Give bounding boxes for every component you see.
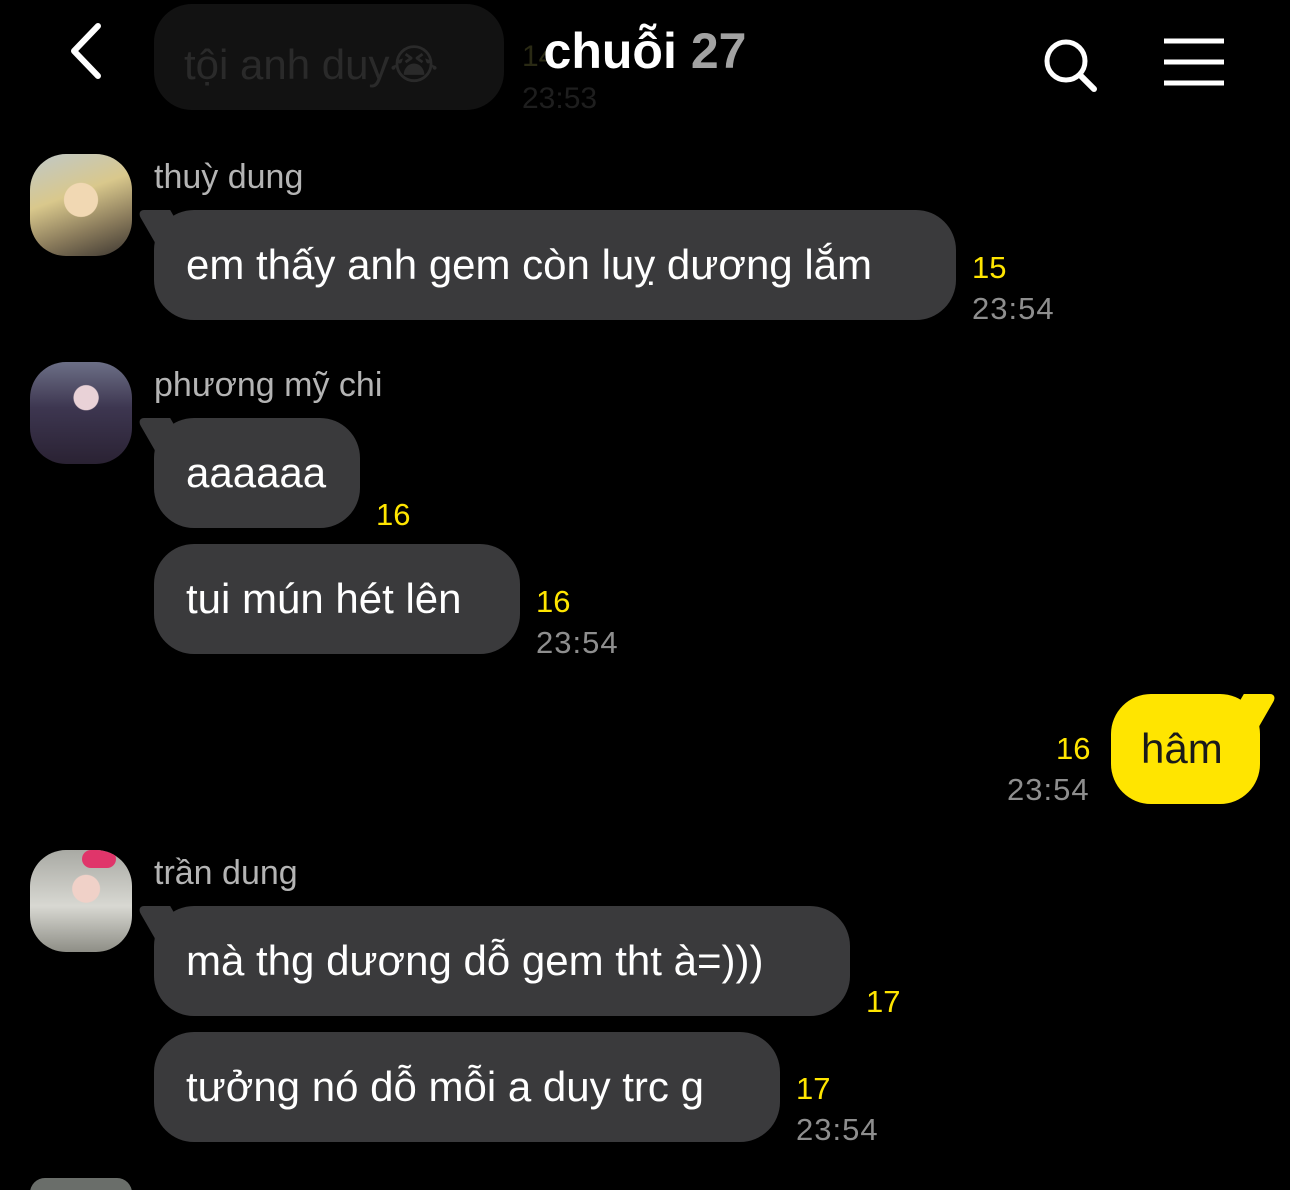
message-text: aaaaaa (186, 449, 327, 496)
message-time: 23:54 (972, 291, 1055, 326)
search-icon (1044, 39, 1097, 92)
message-text: tưởng nó dỗ mỗi a duy trc g (186, 1063, 704, 1110)
avatar[interactable] (30, 850, 132, 952)
message-bubble[interactable]: tưởng nó dỗ mỗi a duy trc g (154, 1032, 780, 1142)
avatar[interactable] (30, 154, 132, 256)
my-message-bubble[interactable]: hâm (1111, 694, 1260, 804)
chat-header: chuỗi 27 (0, 0, 1290, 110)
unread-count: 17 (796, 1071, 831, 1106)
message-time: 23:54 (1007, 772, 1090, 807)
search-button[interactable] (1038, 34, 1102, 94)
unread-count: 17 (866, 984, 901, 1019)
message-text: tui mún hét lên (186, 575, 462, 622)
unread-count: 16 (536, 584, 571, 619)
chat-room-name: chuỗi (543, 23, 677, 79)
message-time: 23:54 (796, 1112, 879, 1147)
avatar[interactable] (30, 362, 132, 464)
message-text: em thấy anh gem còn luỵ dương lắm (186, 241, 873, 288)
message-text: hâm (1141, 725, 1223, 772)
unread-count: 16 (1056, 731, 1091, 766)
sender-name: trần dung (154, 854, 298, 892)
message-time: 23:54 (536, 625, 619, 660)
message-bubble[interactable]: mà thg dương dỗ gem tht à=))) (154, 906, 850, 1016)
unread-count: 15 (972, 250, 1007, 285)
avatar[interactable] (30, 1178, 132, 1190)
sender-name: phương mỹ chi (154, 366, 383, 404)
hamburger-menu-icon (1164, 38, 1224, 86)
chat-screen: tội anh duy😭 14 23:53 chuỗi 27 thuỳ dung… (0, 0, 1290, 1190)
message-text: mà thg dương dỗ gem tht à=))) (186, 937, 764, 984)
sender-name: thuỳ dung (154, 158, 304, 196)
hair-bow (82, 850, 116, 868)
message-bubble[interactable]: tui mún hét lên (154, 544, 520, 654)
chevron-left-icon (71, 23, 101, 79)
unread-count: 16 (376, 497, 411, 532)
member-count: 27 (690, 23, 747, 79)
menu-button[interactable] (1160, 36, 1228, 88)
message-bubble[interactable]: aaaaaa (154, 418, 360, 528)
message-bubble[interactable]: em thấy anh gem còn luỵ dương lắm (154, 210, 956, 320)
back-button[interactable] (62, 18, 122, 84)
